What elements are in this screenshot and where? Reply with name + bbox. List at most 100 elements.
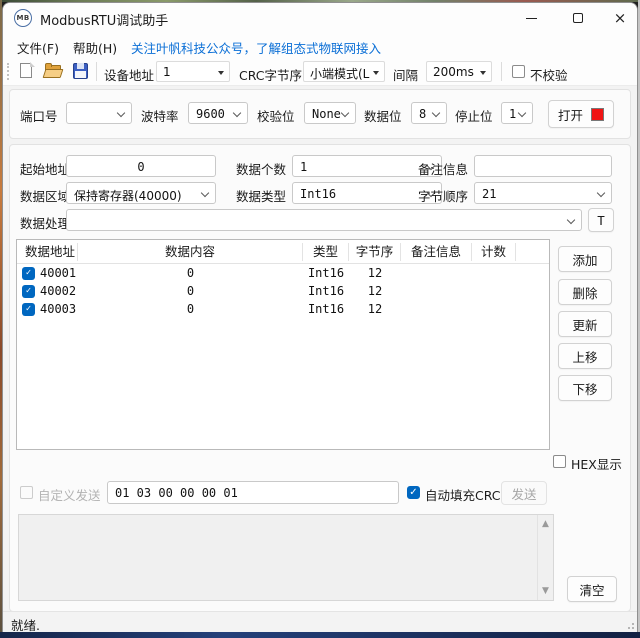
custom-send-input[interactable]: 01 03 00 00 00 01 <box>107 481 399 504</box>
device-address-label: 设备地址 <box>104 68 155 83</box>
data-area-combo[interactable]: 保持寄存器(40000) <box>66 182 216 204</box>
close-button[interactable]: × <box>601 3 637 33</box>
menu-file[interactable]: 文件(F) <box>11 36 65 59</box>
log-scrollbar[interactable]: ▲ ▼ <box>537 515 553 600</box>
device-address-combo[interactable]: 1 <box>156 61 230 82</box>
save-file-icon[interactable] <box>71 62 90 80</box>
table-header: 数据地址 数据内容 类型 字节序 备注信息 计数 <box>17 240 549 264</box>
status-bar: 就绪. <box>3 611 637 632</box>
port-settings-panel: 端口号 波特率 9600 校验位 None 数据位 8 停止位 1 打开 <box>9 89 631 139</box>
minimize-button[interactable] <box>509 3 554 33</box>
table-row[interactable]: ✓ 40003 0 Int16 12 <box>17 300 549 318</box>
chevron-down-icon <box>340 108 350 118</box>
chevron-down-icon <box>116 108 126 118</box>
toolbar-separator <box>96 62 97 81</box>
send-button[interactable]: 发送 <box>501 481 547 505</box>
promo-link[interactable]: 关注叶帆科技公众号，了解组态式物联网接入 <box>131 38 381 57</box>
custom-send-checkbox[interactable] <box>20 486 33 499</box>
auto-crc-checkbox[interactable]: ✓ <box>407 486 420 499</box>
custom-send-label: 自定义发送 <box>38 488 101 503</box>
stopbits-combo[interactable]: 1 <box>501 102 533 124</box>
table-row[interactable]: ✓ 40002 0 Int16 12 <box>17 282 549 300</box>
log-output[interactable]: ▲ ▼ <box>18 514 554 601</box>
row-checkbox-checked[interactable]: ✓ <box>22 284 35 298</box>
transform-button[interactable]: T <box>588 208 614 232</box>
menu-bar: 文件(F) 帮助(H) 关注叶帆科技公众号，了解组态式物联网接入 <box>3 33 637 57</box>
update-button[interactable]: 更新 <box>558 311 612 337</box>
table-row[interactable]: ✓ 40001 0 Int16 12 <box>17 264 549 282</box>
move-up-button[interactable]: 上移 <box>558 343 612 369</box>
col-remark[interactable]: 备注信息 <box>401 242 472 261</box>
move-down-button[interactable]: 下移 <box>558 375 612 401</box>
toolbar-grip-icon <box>7 63 9 80</box>
resize-grip[interactable] <box>624 619 634 629</box>
app-window: MB ModbusRTU调试助手 × 文件(F) 帮助(H) 关注叶帆科技公众号… <box>2 2 638 632</box>
byte-order-combo[interactable]: 21 <box>474 182 612 204</box>
chevron-down-icon <box>200 188 210 198</box>
stopbits-label: 停止位 <box>455 109 493 124</box>
row-checkbox-checked[interactable]: ✓ <box>22 266 35 280</box>
row-checkbox-checked[interactable]: ✓ <box>22 302 35 316</box>
baud-label: 波特率 <box>141 109 179 124</box>
dropdown-arrow-icon <box>373 71 379 75</box>
chevron-down-icon <box>566 215 576 225</box>
port-combo[interactable] <box>66 102 132 124</box>
chevron-down-icon <box>596 188 606 198</box>
col-address[interactable]: 数据地址 <box>17 242 78 261</box>
port-label: 端口号 <box>20 109 58 124</box>
app-icon: MB <box>14 9 32 27</box>
minimize-icon <box>526 17 537 19</box>
data-process-label: 数据处理 <box>20 216 71 231</box>
clear-button[interactable]: 清空 <box>567 576 617 602</box>
no-check-checkbox[interactable] <box>512 65 525 78</box>
interval-label: 间隔 <box>393 68 419 83</box>
parity-combo[interactable]: None <box>304 102 356 124</box>
taskbar-edge <box>0 632 640 638</box>
menu-help[interactable]: 帮助(H) <box>67 36 123 59</box>
dropdown-arrow-icon <box>218 71 224 75</box>
window-title: ModbusRTU调试助手 <box>40 14 169 29</box>
databits-combo[interactable]: 8 <box>411 102 447 124</box>
scroll-up-icon[interactable]: ▲ <box>538 519 553 529</box>
col-type[interactable]: 类型 <box>303 242 349 261</box>
new-file-icon[interactable] <box>17 62 36 80</box>
start-address-input[interactable]: 0 <box>66 155 216 177</box>
baud-combo[interactable]: 9600 <box>188 102 248 124</box>
port-closed-indicator-icon <box>591 107 604 121</box>
dropdown-arrow-icon <box>480 71 486 75</box>
chevron-down-icon <box>431 108 441 118</box>
databits-label: 数据位 <box>364 109 402 124</box>
start-address-label: 起始地址 <box>20 162 71 177</box>
status-text: 就绪. <box>11 618 40 632</box>
crc-order-combo[interactable]: 小端模式(L <box>303 61 385 82</box>
interval-combo[interactable]: 200ms <box>426 61 492 82</box>
remark-label: 备注信息 <box>418 162 469 177</box>
data-area-label: 数据区域 <box>20 189 71 204</box>
open-port-button[interactable]: 打开 <box>548 100 614 128</box>
col-byte-order[interactable]: 字节序 <box>349 242 401 261</box>
col-extra <box>516 243 549 261</box>
data-type-label: 数据类型 <box>236 189 287 204</box>
close-icon: × <box>613 8 627 27</box>
scroll-down-icon[interactable]: ▼ <box>538 586 553 596</box>
chevron-down-icon <box>232 108 242 118</box>
remark-input[interactable] <box>474 155 612 177</box>
col-count[interactable]: 计数 <box>472 242 516 261</box>
parity-label: 校验位 <box>257 109 295 124</box>
hex-display-label: HEX显示 <box>571 457 622 472</box>
maximize-icon <box>572 13 583 23</box>
byte-order-label: 字节顺序 <box>418 189 469 204</box>
hex-display-checkbox[interactable] <box>553 455 566 468</box>
delete-button[interactable]: 删除 <box>558 279 612 305</box>
add-button[interactable]: 添加 <box>558 246 612 272</box>
no-check-label: 不校验 <box>530 68 568 83</box>
auto-crc-label: 自动填充CRC <box>425 488 501 503</box>
data-table[interactable]: 数据地址 数据内容 类型 字节序 备注信息 计数 ✓ 40001 0 Int16 … <box>16 239 550 450</box>
maximize-button[interactable] <box>555 3 600 33</box>
col-content[interactable]: 数据内容 <box>78 242 303 261</box>
title-bar: MB ModbusRTU调试助手 × <box>3 3 637 33</box>
toolbar-separator <box>501 62 502 81</box>
data-process-combo[interactable] <box>66 209 582 231</box>
chevron-down-icon <box>517 108 527 118</box>
open-file-icon[interactable] <box>42 62 64 80</box>
